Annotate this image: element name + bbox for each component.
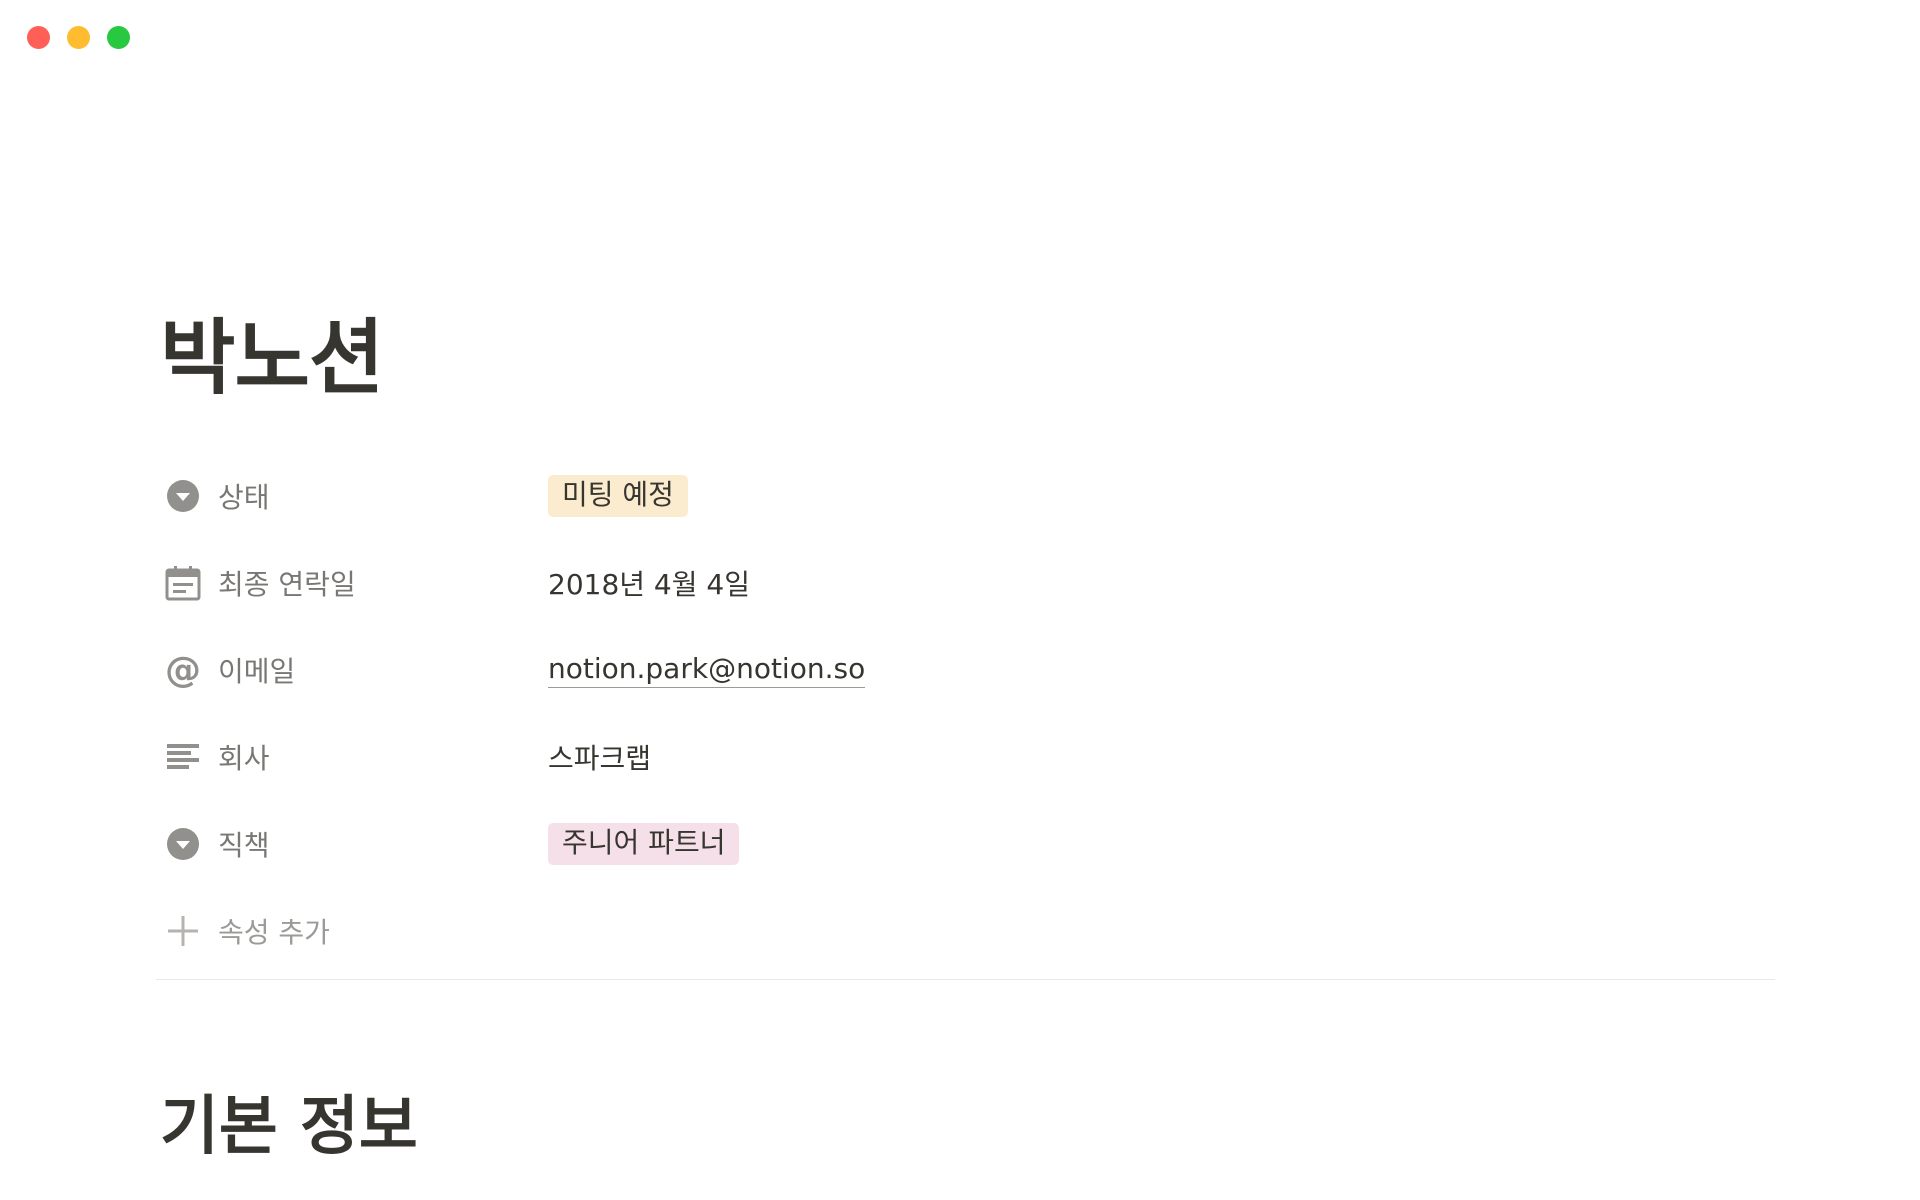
add-property-row[interactable]: 속성 추가 xyxy=(164,909,548,953)
property-value-email[interactable]: notion.park@notion.so xyxy=(548,652,866,688)
property-name-company[interactable]: 회사 xyxy=(164,735,548,779)
property-value-company[interactable]: 스파크랩 xyxy=(548,737,651,777)
section-heading[interactable]: 기본 정보 xyxy=(160,1095,418,1159)
date-value[interactable]: 2018년 4월 4일 xyxy=(548,563,750,603)
close-window-button[interactable] xyxy=(27,26,50,49)
property-name-position[interactable]: 직책 xyxy=(164,822,548,866)
add-property-label: 속성 추가 xyxy=(218,915,330,949)
svg-text:@: @ xyxy=(165,651,201,689)
minimize-window-button[interactable] xyxy=(67,26,90,49)
property-row-status: 상태 미팅 예정 xyxy=(164,452,1786,539)
email-link[interactable]: notion.park@notion.so xyxy=(548,652,866,688)
property-name-last-contact[interactable]: 최종 연락일 xyxy=(164,561,548,605)
property-value-last-contact[interactable]: 2018년 4월 4일 xyxy=(548,563,750,603)
property-value-status[interactable]: 미팅 예정 xyxy=(548,474,688,517)
status-tag[interactable]: 미팅 예정 xyxy=(548,474,688,517)
property-label: 회사 xyxy=(218,741,270,775)
property-label: 직책 xyxy=(218,828,270,862)
select-icon xyxy=(164,825,202,863)
property-label: 이메일 xyxy=(218,654,296,688)
select-icon xyxy=(164,477,202,515)
property-name-status[interactable]: 상태 xyxy=(164,474,548,518)
divider xyxy=(156,979,1775,980)
property-name-email[interactable]: @ 이메일 xyxy=(164,648,548,692)
property-row-last-contact: 최종 연락일 2018년 4월 4일 xyxy=(164,539,1786,626)
plus-icon xyxy=(164,912,202,950)
property-list: 상태 미팅 예정 최종 연락일 2018년 4월 4일 @ 이메일 notion… xyxy=(164,452,1786,974)
page-title[interactable]: 박노션 xyxy=(160,318,384,400)
property-label: 최종 연락일 xyxy=(218,567,356,601)
property-label: 상태 xyxy=(218,480,270,514)
property-row-position: 직책 주니어 파트너 xyxy=(164,800,1786,887)
property-row-email: @ 이메일 notion.park@notion.so xyxy=(164,626,1786,713)
property-row-company: 회사 스파크랩 xyxy=(164,713,1786,800)
add-property-button[interactable]: 속성 추가 xyxy=(164,887,1786,974)
maximize-window-button[interactable] xyxy=(107,26,130,49)
window-controls xyxy=(27,26,130,49)
property-value-position[interactable]: 주니어 파트너 xyxy=(548,822,740,865)
at-sign-icon: @ xyxy=(164,651,202,689)
app-window: 박노션 상태 미팅 예정 최종 연락일 2018년 4월 4일 @ 이메일 no… xyxy=(0,0,1920,1200)
company-value[interactable]: 스파크랩 xyxy=(548,737,651,777)
calendar-icon xyxy=(164,564,202,602)
text-lines-icon xyxy=(164,738,202,776)
position-tag[interactable]: 주니어 파트너 xyxy=(548,822,740,865)
